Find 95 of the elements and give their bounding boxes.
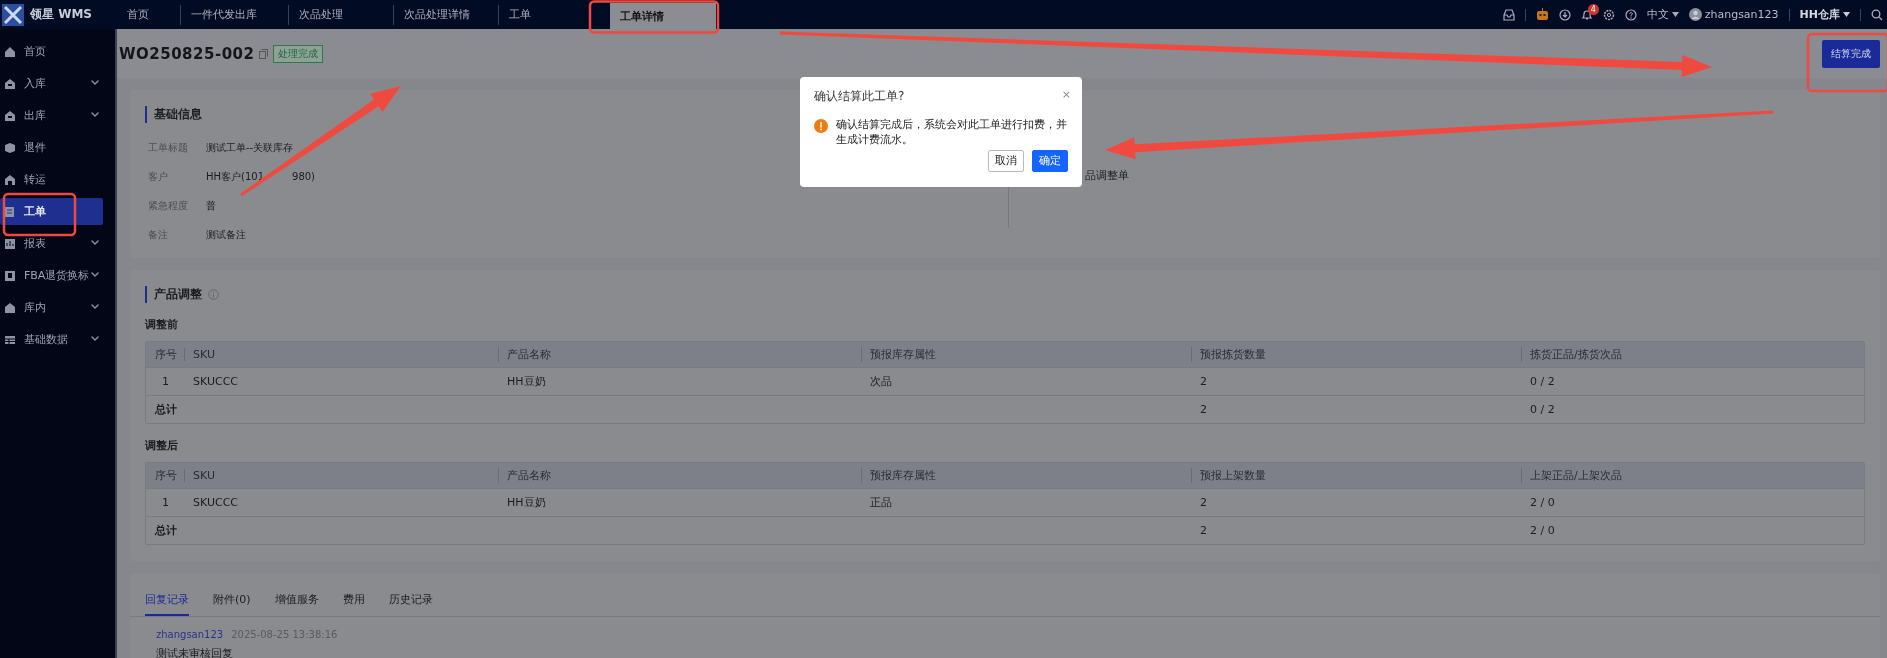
table-cell-text: 0 / 2 <box>1529 375 1556 388</box>
sidebar-item[interactable]: 出库 <box>0 102 103 129</box>
warehouse-selector[interactable]: HH仓库 <box>1799 7 1840 22</box>
tab[interactable]: 历史记录 <box>388 587 433 616</box>
settle-button[interactable]: 结算完成 <box>1822 39 1880 68</box>
column-header: 序号 <box>153 347 178 362</box>
dialog-title: 确认结算此工单? <box>814 88 905 105</box>
column-header: 产品名称 <box>498 468 861 483</box>
table-cell-text: HH豆奶 <box>506 495 547 510</box>
robot-icon[interactable] <box>1535 8 1549 21</box>
caret-icon <box>1671 12 1679 17</box>
table-cell-text: 2 <box>1199 375 1208 388</box>
table-cell-text: 正品 <box>869 495 893 510</box>
table-cell-text: 0 / 2 <box>1529 403 1556 416</box>
sidebar-item[interactable]: 报表 <box>0 230 103 257</box>
tab[interactable]: 费用 <box>342 587 365 616</box>
field-value: 普 <box>206 200 216 211</box>
search-icon[interactable] <box>1871 8 1883 21</box>
tab[interactable]: 附件(0) <box>213 587 251 616</box>
chart-icon <box>4 237 16 250</box>
column-header: 预报拣货数量 <box>1191 347 1521 362</box>
nav-tab[interactable]: 一件代发出库 <box>180 4 288 25</box>
sidebar-item[interactable]: 入库 <box>0 70 103 97</box>
field-value: 测试工单--关联库存 <box>206 142 294 153</box>
table-title: 调整前 <box>145 317 179 332</box>
status-tag: 处理完成 <box>273 44 324 63</box>
field-value: 测试备注 <box>206 229 246 240</box>
house-icon <box>4 109 16 122</box>
package-icon <box>4 141 16 154</box>
language-selector[interactable]: 中文 <box>1646 7 1669 22</box>
column-header: 序号 <box>153 468 178 483</box>
table-cell-text: 2 <box>1199 496 1208 509</box>
table-cell-text: 2 / 0 <box>1529 496 1556 509</box>
table-cell-text: HH豆奶 <box>506 374 547 389</box>
field-label: 紧急程度 <box>148 199 189 213</box>
field-value: 980) <box>292 171 316 182</box>
settings-icon[interactable] <box>1602 8 1615 21</box>
section-title: 产品调整 <box>154 286 202 303</box>
close-button[interactable]: × <box>1061 88 1071 101</box>
house-icon <box>4 173 16 186</box>
table-cell-text: 2 / 0 <box>1529 524 1556 537</box>
reply-text: 测试未审核回复 <box>156 646 234 658</box>
table-icon <box>4 333 16 346</box>
table-cell-text: 次品 <box>869 374 893 389</box>
nav-tab[interactable]: 工单详情 <box>610 3 716 29</box>
sidebar-item[interactable]: 退件 <box>0 134 103 161</box>
column-header: SKU <box>184 469 498 482</box>
table-cell-text: SKUCCC <box>192 375 239 388</box>
house-icon <box>4 45 16 58</box>
download-icon[interactable] <box>1558 8 1571 21</box>
order-number: WO250825-002 <box>119 44 255 63</box>
nav-tab[interactable]: 次品处理详情 <box>393 4 498 25</box>
table-title: 调整后 <box>145 438 179 453</box>
total-label: 总计 <box>153 523 178 538</box>
column-header: 上架正品/上架次品 <box>1521 468 1864 483</box>
column-header: 拣货正品/拣货次品 <box>1521 347 1864 362</box>
help-icon[interactable] <box>1624 8 1637 21</box>
sidebar-item[interactable]: 库内 <box>0 294 103 321</box>
avatar-icon <box>1688 8 1702 21</box>
column-header: 预报库存属性 <box>861 347 1191 362</box>
cancel-button[interactable]: 取消 <box>988 150 1024 172</box>
confirm-button[interactable]: 确定 <box>1032 150 1068 172</box>
warning-icon <box>814 119 828 133</box>
table-cell-text: 1 <box>161 375 170 388</box>
column-header: 产品名称 <box>498 347 861 362</box>
field-value: 品调整单 <box>1085 169 1129 182</box>
nav-tab[interactable]: 工单 <box>498 4 588 25</box>
table-cell-text: 1 <box>161 496 170 509</box>
column-header: 预报上架数量 <box>1191 468 1521 483</box>
field-value: HH客户(101 <box>206 171 265 182</box>
logo-icon <box>2 3 24 26</box>
document-icon <box>4 205 16 218</box>
table-cell-text: 2 <box>1199 524 1208 537</box>
sidebar-item[interactable]: 首页 <box>0 38 103 65</box>
house-icon <box>4 77 16 90</box>
table-cell-text: 2 <box>1199 403 1208 416</box>
nav-tab[interactable]: 首页 <box>117 4 180 25</box>
column-header: SKU <box>184 348 498 361</box>
total-label: 总计 <box>153 402 178 417</box>
info-icon <box>208 289 219 300</box>
tab[interactable]: 增值服务 <box>274 587 319 616</box>
caret-icon <box>1843 12 1850 17</box>
house-icon <box>4 301 16 314</box>
inbox-icon[interactable] <box>1502 8 1515 21</box>
column-header: 预报库存属性 <box>861 468 1191 483</box>
sidebar-item[interactable]: FBA退货换标 <box>0 262 103 289</box>
sidebar-item[interactable]: 基础数据 <box>0 326 103 353</box>
notification-badge: 4 <box>1587 3 1599 15</box>
nav-tab[interactable]: 次品处理 <box>288 4 393 25</box>
bell-icon[interactable] <box>1580 8 1593 21</box>
sidebar-item[interactable]: 工单 <box>0 198 103 225</box>
table-cell-text: SKUCCC <box>192 496 239 509</box>
user-name[interactable]: zhangsan123 <box>1704 8 1779 21</box>
sidebar-item[interactable]: 转运 <box>0 166 103 193</box>
app-name: 领星 WMS <box>30 6 92 23</box>
